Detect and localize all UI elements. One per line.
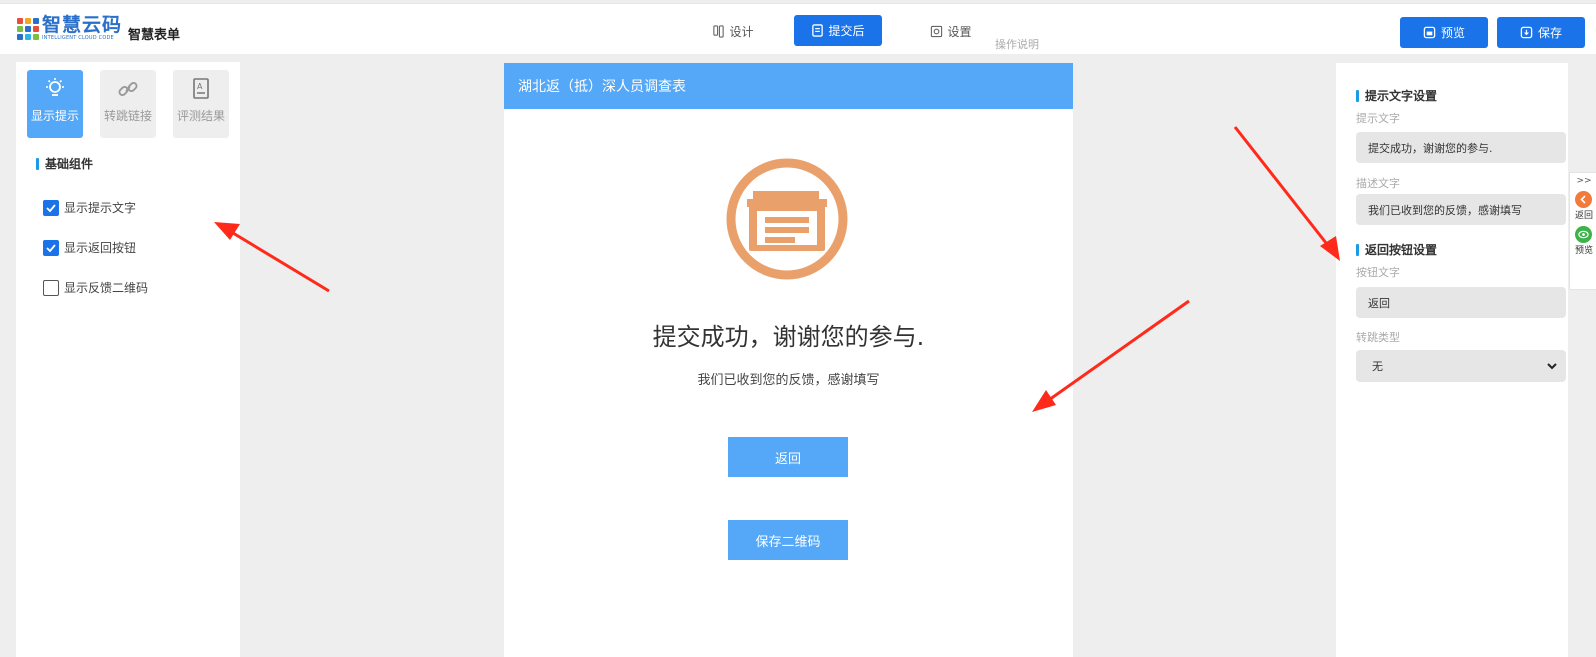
tab-settings-label: 设置 (947, 25, 972, 39)
bulb-icon (46, 78, 64, 96)
document-icon (726, 158, 848, 280)
help-link[interactable]: 操作说明 (995, 36, 1039, 52)
jump-type-select[interactable]: 无 (1356, 350, 1566, 382)
collapse-toggle[interactable]: >> (1576, 176, 1591, 186)
logo-grid-icon (17, 17, 39, 40)
success-title: 提交成功，谢谢您的参与. (652, 323, 925, 351)
report-icon: A (193, 78, 209, 99)
side-back-button[interactable]: 返回 (1575, 191, 1593, 221)
side-tools: >> 返回 预览 (1569, 172, 1596, 290)
tip-text-label: 提示文字 (1356, 112, 1400, 125)
ltab-jump-link[interactable]: 转跳链接 (100, 70, 156, 138)
button-text-input[interactable]: 返回 (1356, 287, 1566, 318)
tab-settings[interactable]: 设置 (918, 16, 984, 47)
ltab-jump-link-label: 转跳链接 (103, 109, 152, 123)
side-back-label: 返回 (1574, 211, 1593, 221)
desc-text-input[interactable]: 我们已收到您的反馈，感谢填写 (1356, 194, 1566, 225)
tip-text-input[interactable]: 提交成功，谢谢您的参与. (1356, 132, 1566, 163)
save-qr-button[interactable]: 保存二维码 (728, 520, 848, 560)
annotation-arrow-right (1233, 126, 1340, 261)
preview-button[interactable]: 预览 (1400, 17, 1488, 48)
save-button-label: 保存 (1537, 26, 1562, 40)
side-preview-button[interactable]: 预览 (1575, 226, 1593, 256)
option-label: 显示提示文字 (64, 201, 137, 215)
preview-icon (1423, 26, 1436, 39)
jump-type-label: 转跳类型 (1356, 331, 1400, 344)
tip-settings-title: 提示文字设置 (1356, 87, 1437, 104)
logo: 智慧云码 INTELLIGENT CLOUD CODE 智慧表单 (17, 14, 180, 43)
ltab-eval-result[interactable]: A 评测结果 (173, 70, 229, 138)
jump-type-value: 无 (1372, 360, 1383, 373)
tab-submit-after-label: 提交后 (828, 24, 865, 38)
form-title: 湖北返（抵）深人员调查表 (504, 63, 1073, 109)
success-desc: 我们已收到您的反馈，感谢填写 (697, 373, 880, 388)
link-icon (118, 82, 138, 96)
option-show-feedback-qr[interactable]: 显示反馈二维码 (43, 279, 148, 296)
ltab-eval-result-label: 评测结果 (176, 109, 225, 123)
button-text-label: 按钮文字 (1356, 266, 1400, 279)
preview-button-label: 预览 (1440, 26, 1465, 40)
submit-icon (812, 24, 824, 37)
right-panel: 提示文字设置 提示文字 提交成功，谢谢您的参与. 描述文字 我们已收到您的反馈，… (1336, 63, 1568, 657)
basic-components-title: 基础组件 (36, 155, 93, 172)
settings-icon (931, 25, 943, 38)
back-arrow-icon (1575, 191, 1593, 208)
side-preview-label: 预览 (1574, 246, 1593, 256)
back-button[interactable]: 返回 (728, 437, 848, 477)
chevron-down-icon (1547, 363, 1557, 370)
ltab-show-tip[interactable]: 显示提示 (27, 70, 83, 138)
design-icon (713, 25, 725, 38)
option-show-tip-text[interactable]: 显示提示文字 (43, 199, 136, 216)
back-settings-title: 返回按钮设置 (1356, 241, 1437, 258)
option-label: 显示反馈二维码 (64, 281, 149, 295)
checkbox-show-tip-text[interactable] (43, 199, 59, 216)
checkbox-show-feedback-qr[interactable] (43, 279, 59, 296)
checkbox-show-back-button[interactable] (43, 239, 59, 256)
save-icon (1520, 26, 1533, 39)
eye-icon (1575, 226, 1593, 243)
option-label: 显示返回按钮 (64, 241, 137, 255)
app-name: 智慧表单 (128, 28, 181, 43)
tab-design-label: 设计 (729, 25, 754, 39)
top-header: 智慧云码 INTELLIGENT CLOUD CODE 智慧表单 设计 提交后 … (0, 3, 1596, 54)
save-button[interactable]: 保存 (1497, 17, 1585, 48)
logo-title: 智慧云码 (42, 14, 123, 36)
tab-submit-after[interactable]: 提交后 (794, 15, 882, 46)
desc-text-label: 描述文字 (1356, 177, 1400, 190)
logo-subtitle: INTELLIGENT CLOUD CODE (42, 35, 114, 41)
form-preview: 湖北返（抵）深人员调查表 提交成功，谢谢您的参与. 我们已收到您的反馈，感谢填写… (504, 63, 1073, 657)
ltab-show-tip-label: 显示提示 (30, 109, 79, 123)
option-show-back-button[interactable]: 显示返回按钮 (43, 239, 136, 256)
left-panel: 显示提示 转跳链接 A 评测结果 基础组件 显示提示文字 显示返回按钮 显示反馈… (16, 62, 240, 657)
svg-text:A: A (197, 82, 203, 91)
tab-design[interactable]: 设计 (700, 16, 766, 47)
